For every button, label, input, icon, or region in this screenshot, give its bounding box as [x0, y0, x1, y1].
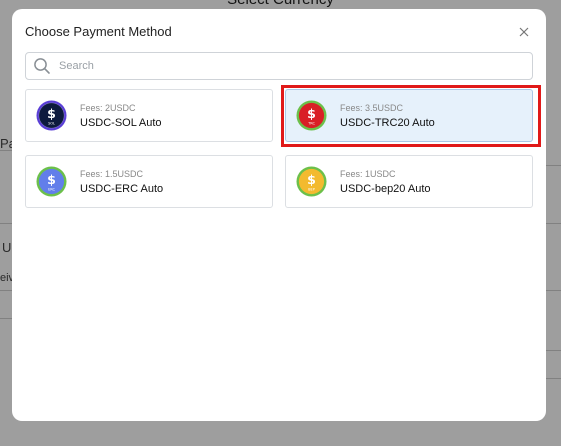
svg-text:BEP: BEP — [308, 188, 315, 192]
svg-text:SOL: SOL — [48, 122, 55, 126]
usdc-erc-coin-icon: $ ERC — [36, 166, 67, 197]
method-fees: Fees: 1USDC — [340, 169, 396, 179]
method-name: USDC-TRC20 Auto — [340, 117, 435, 129]
usdc-trc20-coin-icon: $ TRC — [296, 100, 327, 131]
method-name: USDC-bep20 Auto — [340, 183, 431, 195]
payment-method-usdc-sol[interactable]: $ SOL Fees: 2USDC USDC-SOL Auto — [25, 89, 273, 142]
svg-text:ERC: ERC — [48, 188, 55, 192]
modal-title: Choose Payment Method — [25, 24, 172, 39]
search-input[interactable] — [57, 55, 521, 77]
usdc-bep20-coin-icon: $ BEP — [296, 166, 327, 197]
svg-text:$: $ — [47, 172, 56, 187]
close-icon — [519, 27, 529, 37]
method-fees: Fees: 3.5USDC — [340, 103, 404, 113]
svg-text:$: $ — [47, 106, 56, 121]
method-name: USDC-ERC Auto — [80, 183, 164, 195]
method-fees: Fees: 1.5USDC — [80, 169, 144, 179]
method-fees: Fees: 2USDC — [80, 103, 136, 113]
payment-method-usdc-erc[interactable]: $ ERC Fees: 1.5USDC USDC-ERC Auto — [25, 155, 273, 208]
payment-method-usdc-trc20[interactable]: $ TRC Fees: 3.5USDC USDC-TRC20 Auto — [285, 89, 533, 142]
method-name: USDC-SOL Auto — [80, 117, 162, 129]
search-icon — [31, 55, 53, 77]
svg-text:TRC: TRC — [307, 122, 315, 126]
search-box[interactable] — [25, 52, 533, 80]
svg-text:$: $ — [307, 106, 316, 121]
modal-header: Choose Payment Method — [25, 23, 533, 41]
payment-method-modal: Choose Payment Method $ SOL — [12, 9, 546, 421]
svg-text:$: $ — [307, 172, 316, 187]
usdc-sol-coin-icon: $ SOL — [36, 100, 67, 131]
close-button[interactable] — [515, 23, 533, 41]
payment-method-usdc-bep20[interactable]: $ BEP Fees: 1USDC USDC-bep20 Auto — [285, 155, 533, 208]
